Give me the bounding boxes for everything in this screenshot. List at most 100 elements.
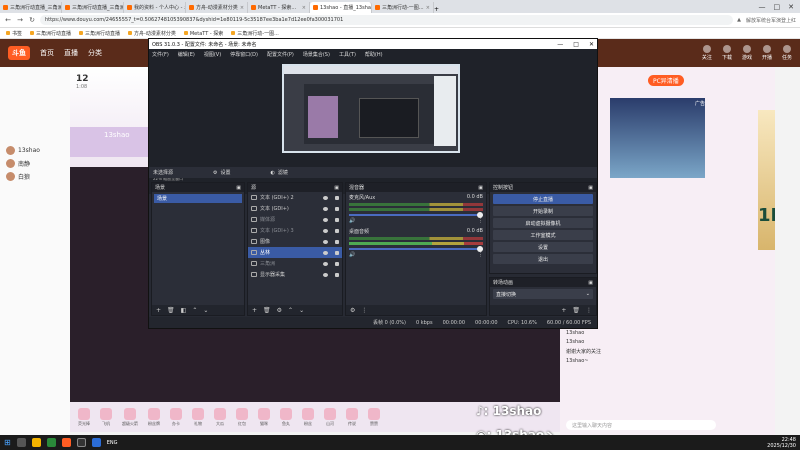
eye-icon[interactable] bbox=[323, 250, 328, 255]
eye-icon[interactable] bbox=[323, 272, 328, 277]
nav-category[interactable]: 分类 bbox=[88, 48, 102, 58]
control-button[interactable]: 退出 bbox=[493, 254, 593, 264]
minimize-icon[interactable]: — bbox=[557, 41, 563, 48]
menu-item[interactable]: 工具(T) bbox=[339, 51, 356, 58]
obs-icon[interactable] bbox=[76, 438, 86, 447]
up-icon[interactable]: ⌃ bbox=[192, 307, 197, 314]
app-icon[interactable] bbox=[46, 438, 56, 447]
bookmark-item[interactable]: 三角洲行动直播 bbox=[79, 30, 120, 37]
menu-item[interactable]: 停靠窗口(D) bbox=[230, 51, 258, 58]
lock-icon[interactable] bbox=[335, 261, 339, 266]
more-icon[interactable]: ⋮ bbox=[586, 307, 592, 314]
close-tab-icon[interactable]: × bbox=[426, 5, 430, 11]
lock-icon[interactable] bbox=[335, 228, 339, 233]
gift-item[interactable]: 传说 bbox=[346, 407, 358, 427]
source-item[interactable]: 丛林 bbox=[248, 247, 342, 258]
dock-undock-icon[interactable]: ▣ bbox=[334, 185, 339, 191]
ad-banner[interactable] bbox=[610, 98, 705, 178]
url-input[interactable]: https://www.douyu.com/24655557_t=0.50627… bbox=[40, 15, 734, 25]
browser-icon[interactable] bbox=[61, 438, 71, 447]
gift-item[interactable]: 大瓜 bbox=[214, 407, 226, 427]
gift-item[interactable]: 粉丝牌 bbox=[148, 407, 160, 427]
stream-preview[interactable] bbox=[282, 64, 460, 153]
dock-undock-icon[interactable]: ▣ bbox=[588, 280, 593, 286]
lock-icon[interactable] bbox=[335, 206, 339, 211]
filter-icon[interactable]: ◧ bbox=[181, 307, 187, 314]
dock-undock-icon[interactable]: ▣ bbox=[588, 185, 593, 191]
streamer-profile[interactable]: 13shao bbox=[70, 127, 150, 157]
close-tab-icon[interactable]: × bbox=[240, 5, 244, 11]
bookmark-item[interactable]: 三角洲行动直播 bbox=[30, 30, 71, 37]
gift-item[interactable]: 飞机 bbox=[100, 407, 112, 427]
menu-item[interactable]: 编辑(E) bbox=[178, 51, 195, 58]
minimize-icon[interactable]: — bbox=[759, 3, 766, 11]
browser-tab[interactable]: 13shao - 直播_13shao - 直播× bbox=[310, 2, 372, 13]
gear-icon[interactable]: ⚙ bbox=[350, 307, 355, 314]
user-item[interactable]: 南静 bbox=[0, 157, 70, 170]
lock-icon[interactable] bbox=[335, 272, 339, 277]
bookmark-item[interactable]: 三角洲行动-一图... bbox=[231, 30, 279, 37]
browser-tab[interactable]: 三角洲行动直播_三角洲行动直播× bbox=[62, 2, 124, 13]
browser-tab[interactable]: 三角洲行动-一图... × bbox=[372, 2, 434, 13]
site-logo[interactable]: 斗鱼 bbox=[8, 46, 30, 60]
header-icon-1[interactable]: 下载 bbox=[722, 45, 732, 61]
eye-icon[interactable] bbox=[323, 239, 328, 244]
menu-item[interactable]: 文件(F) bbox=[152, 51, 169, 58]
speaker-icon[interactable]: 🔊 bbox=[349, 252, 355, 258]
browser-tab[interactable]: 三角洲行动直播_三角洲行动直播× bbox=[0, 2, 62, 13]
lock-icon[interactable] bbox=[335, 239, 339, 244]
maximize-icon[interactable]: □ bbox=[774, 3, 781, 11]
source-settings-button[interactable]: ⚙ 设置 bbox=[213, 169, 231, 177]
maximize-icon[interactable]: □ bbox=[573, 41, 579, 48]
more-icon[interactable]: ⋮ bbox=[478, 252, 483, 258]
menu-item[interactable]: 帮助(H) bbox=[365, 51, 383, 58]
gift-item[interactable]: 粉丝 bbox=[302, 407, 314, 427]
source-item[interactable]: 文本 (GDI+) 3 bbox=[248, 225, 342, 236]
browser-tab[interactable]: 方舟-动漫素材分类 × bbox=[186, 2, 248, 13]
down-icon[interactable]: ⌄ bbox=[299, 307, 304, 314]
explorer-icon[interactable] bbox=[31, 438, 41, 447]
trash-icon[interactable]: 🗑 bbox=[263, 307, 271, 314]
volume-slider[interactable] bbox=[349, 212, 483, 218]
nav-home[interactable]: 首页 bbox=[40, 48, 54, 58]
up-icon[interactable]: ⌃ bbox=[288, 307, 293, 314]
nav-live[interactable]: 直播 bbox=[64, 48, 78, 58]
trash-icon[interactable]: 🗑 bbox=[167, 307, 175, 314]
transition-select[interactable]: 直接切换 ⌄ bbox=[493, 289, 593, 299]
browser-tab[interactable]: MetaTT - 探索... × bbox=[248, 2, 310, 13]
gift-item[interactable]: 办卡 bbox=[170, 407, 182, 427]
scene-item[interactable]: 场景 bbox=[154, 194, 242, 203]
gift-item[interactable]: 红包 bbox=[236, 407, 248, 427]
header-icon-0[interactable]: 关注 bbox=[702, 45, 712, 61]
pc-tag[interactable]: PC异清播 bbox=[648, 75, 684, 86]
source-item[interactable]: 三角洲 bbox=[248, 258, 342, 269]
start-icon[interactable]: ⊞ bbox=[4, 438, 11, 447]
new-tab-icon[interactable]: + bbox=[434, 6, 439, 13]
source-item[interactable]: 文本 (GDI+) 2 bbox=[248, 192, 342, 203]
gift-item[interactable]: 猫咪 bbox=[258, 407, 270, 427]
down-icon[interactable]: ⌄ bbox=[203, 307, 208, 314]
eye-icon[interactable] bbox=[323, 217, 328, 222]
control-button[interactable]: 开始录制 bbox=[493, 206, 593, 216]
source-filters-button[interactable]: ◐ 滤镜 bbox=[271, 169, 288, 177]
more-icon[interactable]: ⋮ bbox=[361, 307, 367, 314]
forward-icon[interactable]: → bbox=[16, 16, 24, 24]
gift-item[interactable]: 超级火箭 bbox=[122, 407, 138, 427]
menu-item[interactable]: 配置文件(P) bbox=[267, 51, 294, 58]
bookmark-item[interactable]: 方舟-动漫素材分类 bbox=[128, 30, 176, 37]
lock-icon[interactable] bbox=[335, 250, 339, 255]
header-icon-2[interactable]: 游戏 bbox=[742, 45, 752, 61]
gift-item[interactable]: 山河 bbox=[324, 407, 336, 427]
app2-icon[interactable] bbox=[91, 438, 101, 447]
clock[interactable]: 22:48 2025/12/30 bbox=[767, 437, 796, 449]
bookmark-item[interactable]: MetaTT - 探索 bbox=[183, 30, 223, 37]
header-icon-4[interactable]: 任务 bbox=[782, 45, 792, 61]
menu-item[interactable]: 场景集合(S) bbox=[303, 51, 330, 58]
dock-undock-icon[interactable]: ▣ bbox=[478, 185, 483, 191]
eye-icon[interactable] bbox=[323, 195, 328, 200]
header-icon-3[interactable]: 开播 bbox=[762, 45, 772, 61]
reload-icon[interactable]: ↻ bbox=[28, 16, 36, 24]
close-tab-icon[interactable]: × bbox=[302, 5, 306, 11]
more-icon[interactable]: ⋮ bbox=[478, 218, 483, 224]
menu-item[interactable]: 视图(V) bbox=[204, 51, 221, 58]
